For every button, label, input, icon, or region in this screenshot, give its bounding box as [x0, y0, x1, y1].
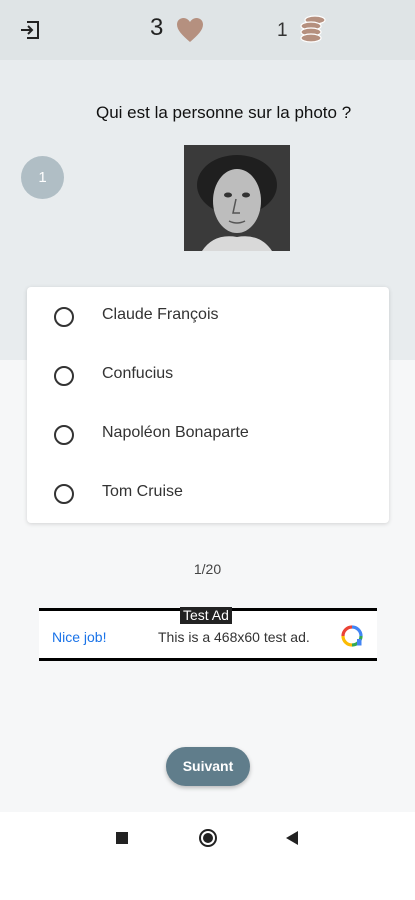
answer-option[interactable]: Napoléon Bonaparte	[27, 405, 389, 464]
answer-option-label: Napoléon Bonaparte	[102, 424, 249, 441]
ad-text: This is a 468x60 test ad.	[158, 629, 310, 645]
triangle-back-icon[interactable]	[286, 831, 298, 845]
radio-button[interactable]	[54, 366, 74, 386]
answer-option-label: Claude François	[102, 306, 219, 323]
ad-tag: Test Ad	[180, 607, 232, 624]
answer-options-card: Claude François Confucius Napoléon Bonap…	[27, 287, 389, 523]
answer-option-label: Tom Cruise	[102, 483, 183, 500]
answer-option-label: Confucius	[102, 365, 174, 382]
system-navigation-bar	[0, 812, 415, 900]
progress-counter: 1/20	[193, 561, 222, 577]
lives-count: 3	[150, 14, 164, 41]
question-photo	[184, 145, 290, 251]
answer-option[interactable]: Claude François	[27, 287, 389, 346]
question-text: Qui est la personne sur la photo ?	[96, 103, 352, 122]
square-icon[interactable]	[116, 832, 128, 844]
ad-logo-icon	[341, 625, 363, 647]
circle-icon[interactable]	[199, 829, 217, 847]
portrait-image	[184, 145, 290, 251]
radio-button[interactable]	[54, 307, 74, 327]
ad-headline: Nice job!	[52, 629, 107, 645]
next-button[interactable]: Suivant	[166, 747, 250, 786]
question-number-badge: 1	[21, 156, 64, 199]
coins-count: 1	[277, 20, 288, 41]
answer-option[interactable]: Tom Cruise	[27, 464, 389, 523]
coins-icon	[300, 15, 326, 43]
exit-icon[interactable]	[18, 18, 42, 42]
answer-option[interactable]: Confucius	[27, 346, 389, 405]
radio-button[interactable]	[54, 425, 74, 445]
heart-icon	[177, 18, 203, 42]
top-bar: 3 1	[0, 0, 415, 60]
radio-button[interactable]	[54, 484, 74, 504]
ad-banner[interactable]: Test Ad Nice job! This is a 468x60 test …	[39, 607, 377, 661]
